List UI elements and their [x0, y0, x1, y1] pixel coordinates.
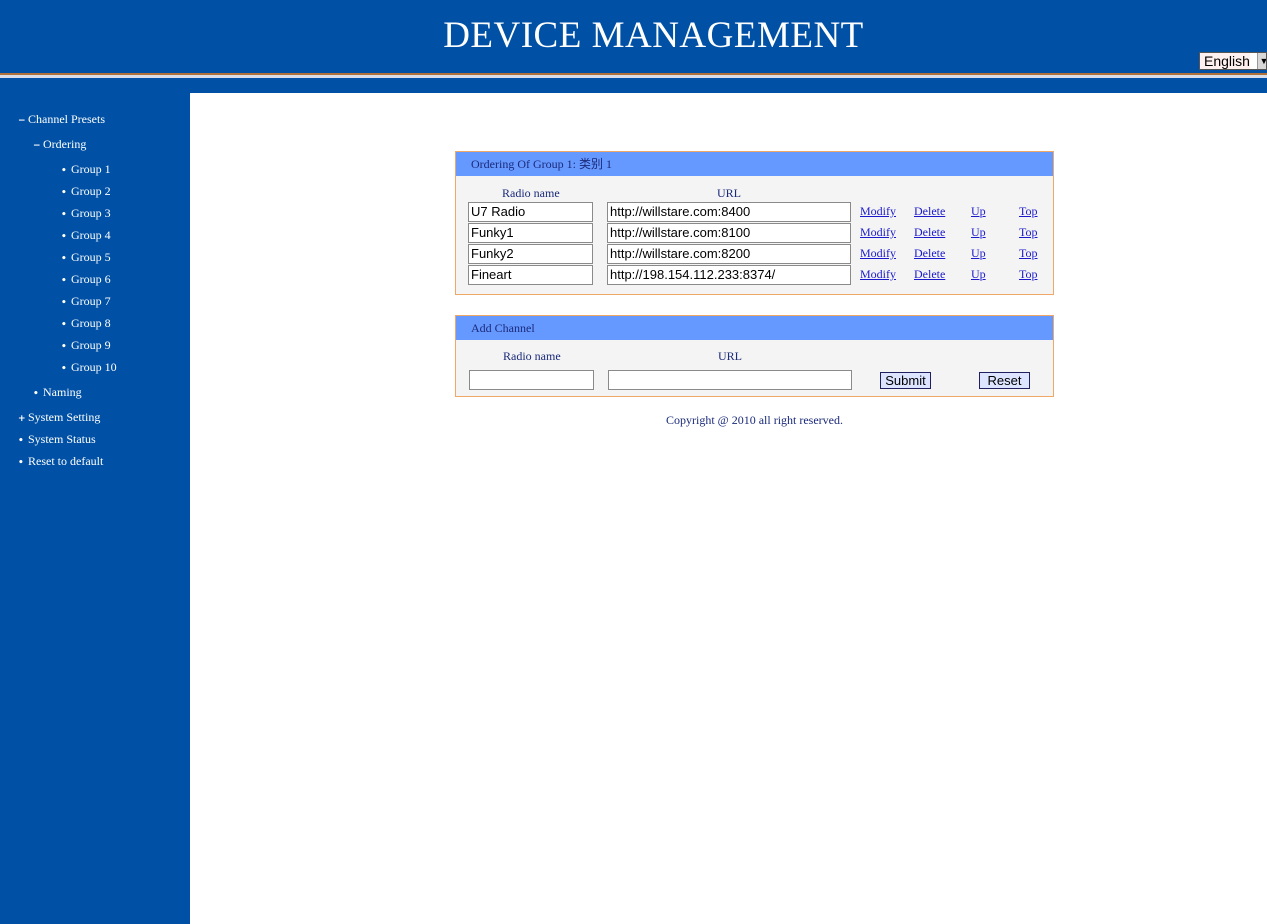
nav-naming[interactable]: • Naming — [33, 385, 82, 400]
bullet-icon: • — [61, 298, 67, 308]
url-field[interactable]: http://willstare.com:8200 — [607, 244, 851, 264]
nav-channel-presets[interactable]: − Channel Presets — [18, 112, 105, 127]
modify-link[interactable]: Modify — [860, 267, 896, 282]
page-title: DEVICE MANAGEMENT — [443, 15, 864, 56]
nav-group-8[interactable]: • Group 8 — [61, 316, 111, 331]
add-channel-panel-title: Add Channel — [456, 316, 1053, 340]
nav-label: Group 2 — [71, 184, 111, 198]
plus-icon: + — [18, 414, 26, 424]
nav-label: Reset to default — [28, 454, 104, 468]
top-link[interactable]: Top — [1019, 204, 1038, 219]
nav-group-3[interactable]: • Group 3 — [61, 206, 111, 221]
up-link[interactable]: Up — [971, 246, 986, 261]
nav-label: Group 9 — [71, 338, 111, 352]
bullet-icon: • — [33, 389, 39, 399]
chevron-down-icon[interactable]: ▼ — [1257, 53, 1266, 69]
url-field[interactable]: http://willstare.com:8400 — [607, 202, 851, 222]
nav-label: System Status — [28, 432, 96, 446]
modify-link[interactable]: Modify — [860, 225, 896, 240]
bullet-icon: • — [18, 458, 24, 468]
nav-label: Channel Presets — [28, 112, 105, 126]
submit-button[interactable]: Submit — [880, 372, 931, 389]
url-field[interactable]: http://198.154.112.233:8374/ — [607, 265, 851, 285]
col-header-radio-name: Radio name — [502, 186, 560, 200]
nav-ordering[interactable]: − Ordering — [33, 137, 86, 152]
top-link[interactable]: Top — [1019, 225, 1038, 240]
up-link[interactable]: Up — [971, 225, 986, 240]
bullet-icon: • — [61, 276, 67, 286]
up-link[interactable]: Up — [971, 204, 986, 219]
bullet-icon: • — [61, 166, 67, 176]
bullet-icon: • — [61, 188, 67, 198]
nav-system-status[interactable]: • System Status — [18, 432, 96, 447]
col-header-url: URL — [718, 349, 742, 363]
bullet-icon: • — [61, 210, 67, 220]
nav-label: Ordering — [43, 137, 87, 151]
bullet-icon: • — [61, 342, 67, 352]
reset-button[interactable]: Reset — [979, 372, 1030, 389]
header-band — [0, 78, 1267, 93]
nav-label: Group 8 — [71, 316, 111, 330]
delete-link[interactable]: Delete — [914, 204, 945, 219]
add-channel-panel: Add Channel Radio name URL Submit Reset — [455, 315, 1054, 397]
content-corner — [190, 93, 220, 123]
radio-name-field[interactable]: Funky2 — [468, 244, 593, 264]
bullet-icon: • — [61, 254, 67, 264]
minus-icon: − — [33, 141, 41, 151]
nav-label: Group 3 — [71, 206, 111, 220]
nav-reset-default[interactable]: • Reset to default — [18, 454, 103, 469]
nav-label: Naming — [43, 385, 82, 399]
url-field[interactable]: http://willstare.com:8100 — [607, 223, 851, 243]
ordering-panel-title: Ordering Of Group 1: 类别 1 — [456, 152, 1053, 176]
header-bar: DEVICE MANAGEMENT English ▼ — [0, 0, 1267, 73]
nav-group-7[interactable]: • Group 7 — [61, 294, 111, 309]
nav-group-10[interactable]: • Group 10 — [61, 360, 117, 375]
nav-group-9[interactable]: • Group 9 — [61, 338, 111, 353]
up-link[interactable]: Up — [971, 267, 986, 282]
bullet-icon: • — [61, 320, 67, 330]
nav-group-5[interactable]: • Group 5 — [61, 250, 111, 265]
copyright-text: Copyright @ 2010 all right reserved. — [665, 413, 844, 427]
nav-label: Group 1 — [71, 162, 111, 176]
nav-label: Group 6 — [71, 272, 111, 286]
col-header-url: URL — [717, 186, 741, 200]
nav-group-4[interactable]: • Group 4 — [61, 228, 111, 243]
top-link[interactable]: Top — [1019, 246, 1038, 261]
top-link[interactable]: Top — [1019, 267, 1038, 282]
modify-link[interactable]: Modify — [860, 246, 896, 261]
language-value: English — [1200, 53, 1250, 69]
new-url-input[interactable] — [608, 370, 852, 390]
nav-system-setting[interactable]: + System Setting — [18, 410, 100, 425]
radio-name-field[interactable]: U7 Radio — [468, 202, 593, 222]
nav-label: Group 10 — [71, 360, 117, 374]
bullet-icon: • — [18, 436, 24, 446]
nav-label: Group 4 — [71, 228, 111, 242]
delete-link[interactable]: Delete — [914, 246, 945, 261]
nav-label: Group 7 — [71, 294, 111, 308]
ordering-panel: Ordering Of Group 1: 类别 1 Radio name URL… — [455, 151, 1054, 295]
nav-label: Group 5 — [71, 250, 111, 264]
language-select[interactable]: English ▼ — [1199, 52, 1267, 70]
nav-group-2[interactable]: • Group 2 — [61, 184, 111, 199]
new-radio-name-input[interactable] — [469, 370, 594, 390]
minus-icon: − — [18, 116, 26, 126]
bullet-icon: • — [61, 364, 67, 374]
nav-group-6[interactable]: • Group 6 — [61, 272, 111, 287]
nav-label: System Setting — [28, 410, 101, 424]
col-header-radio-name: Radio name — [503, 349, 561, 363]
delete-link[interactable]: Delete — [914, 225, 945, 240]
modify-link[interactable]: Modify — [860, 204, 896, 219]
bullet-icon: • — [61, 232, 67, 242]
radio-name-field[interactable]: Funky1 — [468, 223, 593, 243]
nav-group-1[interactable]: • Group 1 — [61, 162, 111, 177]
delete-link[interactable]: Delete — [914, 267, 945, 282]
radio-name-field[interactable]: Fineart — [468, 265, 593, 285]
